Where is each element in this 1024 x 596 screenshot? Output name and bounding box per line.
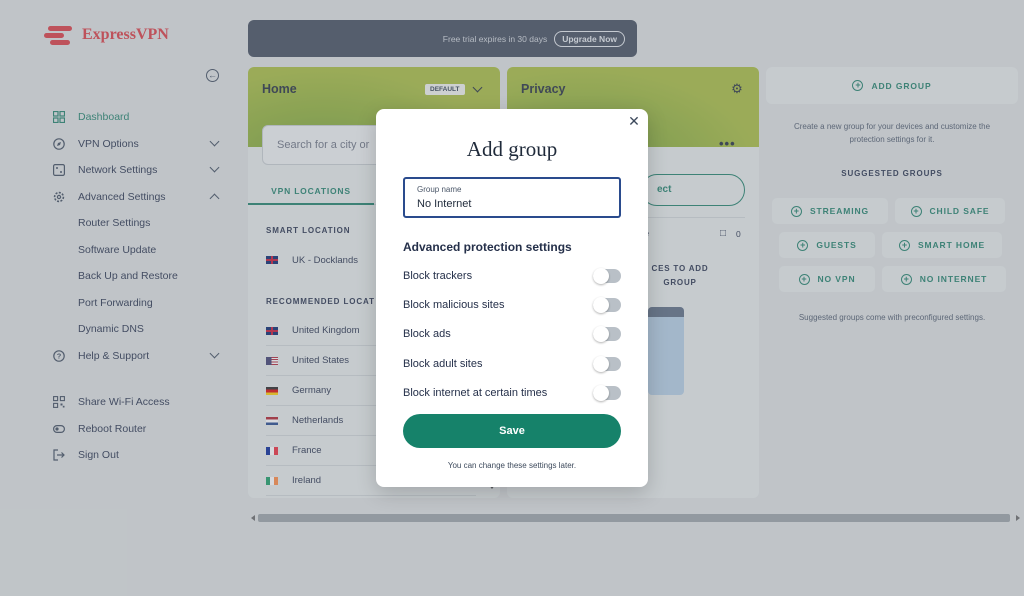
- toggle-label: Block ads: [403, 328, 451, 340]
- block-malicious-sites-row: Block malicious sites: [403, 295, 621, 315]
- block-internet-times-toggle[interactable]: [593, 385, 621, 401]
- block-ads-row: Block ads: [403, 324, 621, 344]
- group-name-label: Group name: [417, 185, 462, 194]
- dialog-footer-note: You can change these settings later.: [447, 461, 577, 470]
- toggle-label: Block trackers: [403, 270, 473, 282]
- toggle-knob: [593, 268, 609, 284]
- add-group-dialog: ✕ Add group Group name Advanced protecti…: [376, 109, 648, 487]
- block-trackers-row: Block trackers: [403, 266, 621, 286]
- toggle-knob: [593, 356, 609, 372]
- block-adult-sites-row: Block adult sites: [403, 354, 621, 374]
- block-malicious-sites-toggle[interactable]: [593, 297, 621, 313]
- advanced-protection-heading: Advanced protection settings: [403, 240, 572, 254]
- toggle-label: Block malicious sites: [403, 299, 505, 311]
- toggle-knob: [593, 297, 609, 313]
- toggle-label: Block adult sites: [403, 358, 483, 370]
- block-internet-times-row: Block internet at certain times: [403, 383, 621, 403]
- dialog-title: Add group: [466, 137, 558, 161]
- save-button[interactable]: Save: [403, 414, 621, 448]
- toggle-knob: [593, 385, 609, 401]
- group-name-field[interactable]: Group name: [403, 177, 621, 218]
- toggle-knob: [593, 326, 609, 342]
- toggle-label: Block internet at certain times: [403, 387, 548, 399]
- block-ads-toggle[interactable]: [593, 326, 621, 342]
- block-trackers-toggle[interactable]: [593, 268, 621, 284]
- group-name-input[interactable]: [417, 198, 607, 210]
- close-icon[interactable]: ✕: [627, 114, 641, 128]
- block-adult-sites-toggle[interactable]: [593, 356, 621, 372]
